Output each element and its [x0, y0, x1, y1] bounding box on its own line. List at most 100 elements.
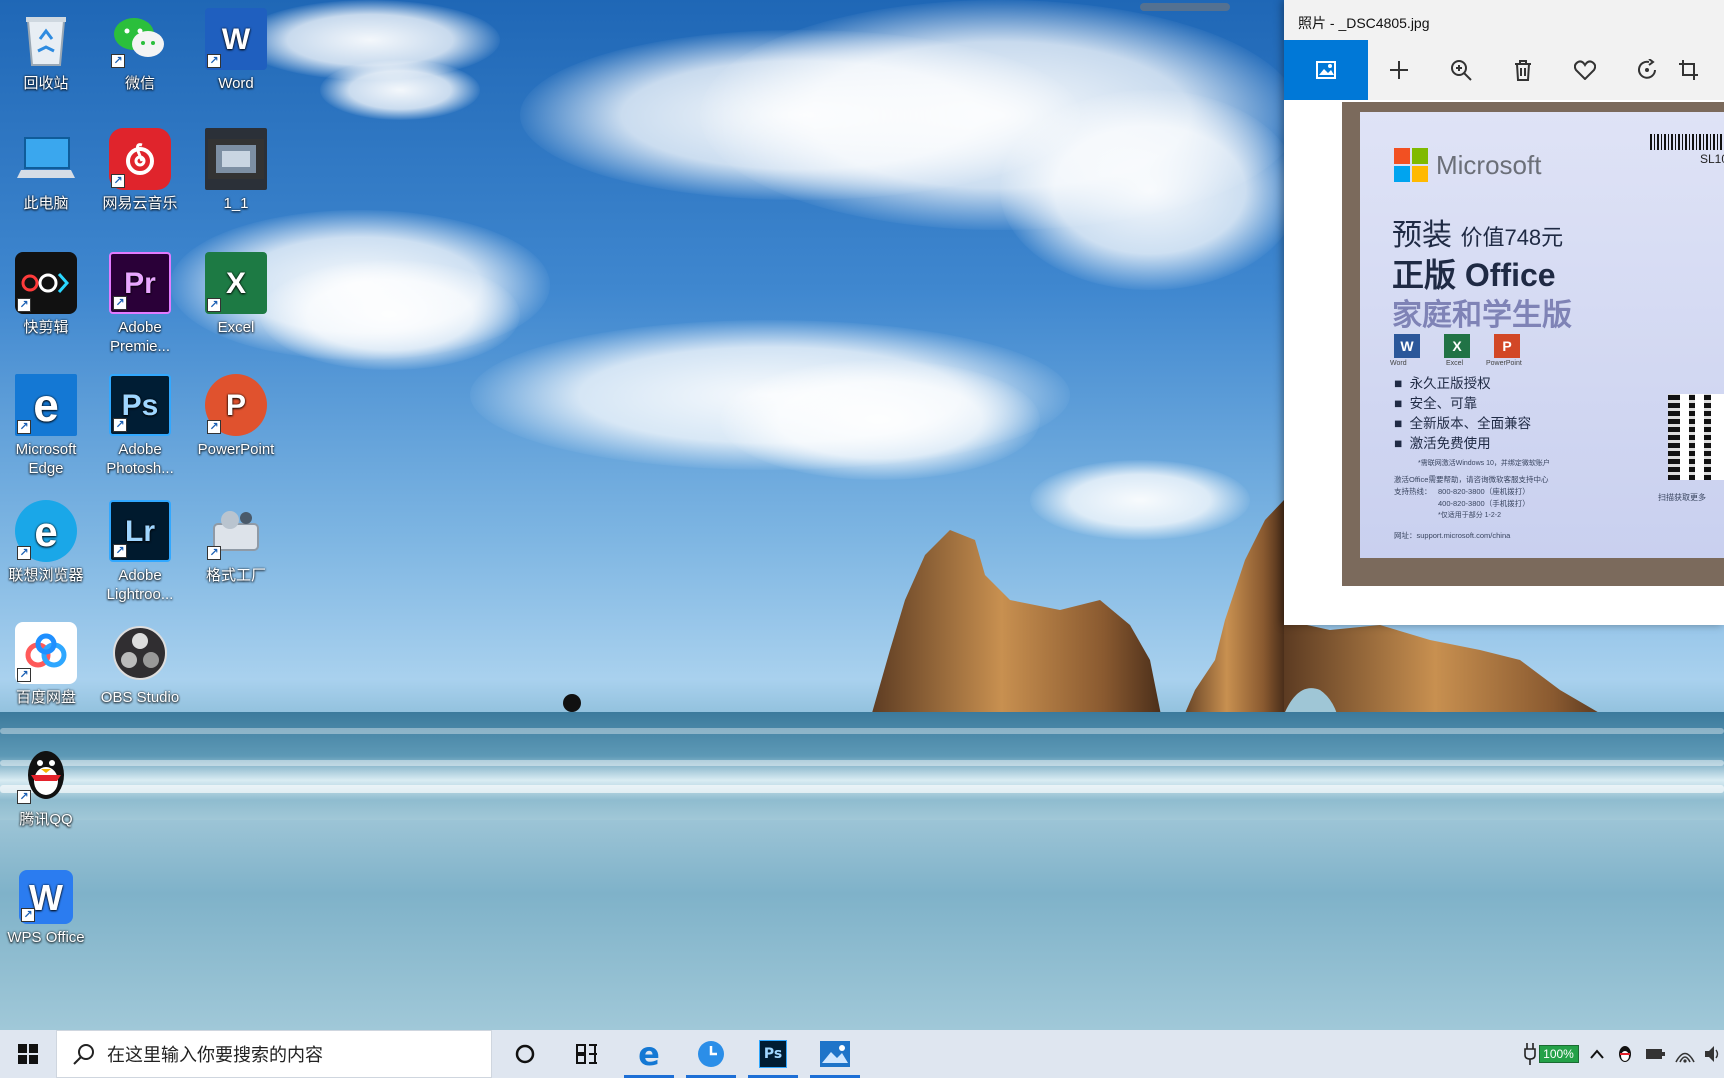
office-product-card: Microsoft SL10 预装 价值748元 正版 Office 家庭和学生…: [1360, 112, 1724, 558]
feature-list: ■ 永久正版授权 ■ 安全、可靠 ■ 全新版本、全面兼容 ■ 激活免费使用: [1394, 374, 1531, 454]
desktop-icon-netease-music[interactable]: ↗ 网易云音乐: [94, 128, 186, 213]
netease-music-icon: ↗: [109, 128, 171, 190]
qq-icon: [1619, 1046, 1631, 1062]
powerpoint-icon: P ↗: [205, 374, 267, 436]
card-app-powerpoint: PowerPoint: [1486, 360, 1522, 367]
desktop-icon-format-factory[interactable]: ↗ 格式工厂: [190, 500, 282, 585]
window-title: 照片 - _DSC4805.jpg: [1298, 15, 1430, 31]
format-factory-icon: ↗: [205, 500, 267, 562]
add-icon: [1390, 61, 1408, 79]
shortcut-arrow-icon: ↗: [207, 420, 221, 434]
desktop-icon-baidu-netdisk[interactable]: ↗ 百度网盘: [0, 622, 92, 707]
crop-button[interactable]: [1678, 40, 1708, 100]
desktop-icon-edge[interactable]: e ↗ Microsoft Edge: [0, 374, 92, 478]
shortcut-arrow-icon: ↗: [17, 668, 31, 682]
photos-toolbar: [1284, 40, 1724, 100]
photoshop-icon: Ps ↗: [109, 374, 171, 436]
desktop-icon-label: Excel: [217, 319, 255, 336]
shortcut-arrow-icon: ↗: [17, 298, 31, 312]
desktop-icon-label: 网易云音乐: [102, 195, 178, 212]
zoom-button[interactable]: [1430, 40, 1492, 100]
taskbar-clock-app-button[interactable]: [680, 1030, 742, 1078]
cortana-button[interactable]: [494, 1030, 556, 1078]
desktop-icon-photoshop[interactable]: Ps ↗ Adobe Photosh...: [94, 374, 186, 478]
taskbar-photos-button[interactable]: [804, 1030, 866, 1078]
desktop-icon-obs[interactable]: OBS Studio: [94, 622, 186, 707]
search-icon: [73, 1044, 94, 1065]
photo-viewer[interactable]: Microsoft SL10 预装 价值748元 正版 Office 家庭和学生…: [1284, 100, 1724, 625]
shortcut-arrow-icon: ↗: [111, 54, 125, 68]
add-button[interactable]: [1368, 40, 1430, 100]
desktop-icon-label: 回收站: [23, 75, 69, 92]
battery-indicator[interactable]: 100%: [1518, 1030, 1584, 1078]
desktop-icon-wechat[interactable]: ↗ 微信: [94, 8, 186, 93]
rotate-button[interactable]: [1616, 40, 1678, 100]
feature-item: ■ 全新版本、全面兼容: [1394, 416, 1532, 431]
taskbar: 在这里输入你要搜索的内容 e Ps 100%: [0, 1030, 1724, 1078]
wechat-icon: ↗: [109, 8, 171, 70]
desktop-icon-this-pc[interactable]: 此电脑: [0, 128, 92, 213]
desktop-icon-label: Adobe Premie...: [109, 319, 170, 355]
footnote: *需联网激活Windows 10，并绑定微软账户: [1418, 460, 1550, 467]
tray-qq-button[interactable]: [1610, 1030, 1640, 1078]
desktop-icon-label: 百度网盘: [15, 689, 76, 706]
taskbar-photoshop-button[interactable]: Ps: [742, 1030, 804, 1078]
drag-handle[interactable]: [1140, 3, 1230, 11]
excel-icon: X ↗: [205, 252, 267, 314]
desktop-icon-wps[interactable]: W ↗ WPS Office: [0, 870, 92, 947]
desktop-icon-label: PowerPoint: [197, 441, 275, 458]
shortcut-arrow-icon: ↗: [207, 54, 221, 68]
image-view-icon: [1316, 61, 1336, 79]
desktop-icon-label: WPS Office: [7, 929, 85, 946]
chevron-up-icon: [1590, 1049, 1604, 1059]
desktop-icon-label: 腾讯QQ: [19, 811, 73, 828]
shortcut-arrow-icon: ↗: [207, 298, 221, 312]
desktop-icon-premiere[interactable]: Pr ↗ Adobe Premie...: [94, 252, 186, 356]
phone-label: 支持热线：: [1394, 487, 1432, 496]
photo-image: Microsoft SL10 预装 价值748元 正版 Office 家庭和学生…: [1342, 102, 1724, 586]
task-view-button[interactable]: [556, 1030, 618, 1078]
wps-icon: W ↗: [19, 870, 73, 924]
photos-app-window[interactable]: 照片 - _DSC4805.jpg Microsoft SL1 预装 价值748…: [1284, 0, 1724, 625]
edge-icon: e ↗: [15, 374, 77, 436]
tray-device-button[interactable]: [1640, 1030, 1670, 1078]
favorite-button[interactable]: [1554, 40, 1616, 100]
tray-volume-button[interactable]: [1700, 1030, 1724, 1078]
taskbar-search-box[interactable]: 在这里输入你要搜索的内容: [56, 1030, 492, 1078]
desktop-icon-lightroom[interactable]: Lr ↗ Adobe Lightroo...: [94, 500, 186, 604]
support-text: 激活Office需要帮助，请咨询微软客服支持中心: [1394, 475, 1549, 484]
usb-device-icon: [1646, 1049, 1665, 1059]
task-view-icon: [576, 1044, 597, 1064]
shortcut-arrow-icon: ↗: [113, 296, 127, 310]
window-title-bar[interactable]: 照片 - _DSC4805.jpg: [1284, 0, 1724, 40]
desktop-icon-recycle-bin[interactable]: 回收站: [0, 8, 92, 93]
desktop-icon-lenovo-browser[interactable]: e ↗ 联想浏览器: [0, 500, 92, 585]
show-hidden-icons-button[interactable]: [1584, 1030, 1610, 1078]
delete-icon: [1515, 60, 1531, 81]
desktop-icon-video-file[interactable]: 1_1: [190, 128, 282, 213]
microsoft-logo-icon: [1394, 148, 1428, 182]
shortcut-arrow-icon: ↗: [17, 790, 31, 804]
desktop-icon-kuaijianji[interactable]: ↗ 快剪辑: [0, 252, 92, 337]
desktop-icon-qq[interactable]: ↗ 腾讯QQ: [0, 744, 92, 829]
card-excel-icon: X: [1444, 334, 1470, 358]
plug-icon: [1523, 1043, 1536, 1065]
baidu-netdisk-icon: ↗: [15, 622, 77, 684]
tray-network-button[interactable]: [1670, 1030, 1700, 1078]
cortana-icon: [515, 1044, 535, 1064]
taskbar-edge-button[interactable]: e: [618, 1030, 680, 1078]
phone-1: 800-820-3800（座机拨打）: [1438, 487, 1530, 496]
card-powerpoint-icon: P: [1494, 334, 1520, 358]
crop-icon: [1679, 60, 1698, 80]
delete-button[interactable]: [1492, 40, 1554, 100]
image-view-button[interactable]: [1284, 40, 1368, 100]
word-icon: W ↗: [205, 8, 267, 70]
start-button[interactable]: [0, 1030, 56, 1078]
desktop-icon-powerpoint[interactable]: P ↗ PowerPoint: [190, 374, 282, 459]
desktop-icon-label: Adobe Photosh...: [106, 441, 174, 477]
desktop-icon-label: 1_1: [223, 195, 249, 212]
preinstall-label: 预装: [1392, 219, 1452, 252]
battery-percent: 100%: [1543, 1047, 1574, 1061]
desktop-icon-word[interactable]: W ↗ Word: [190, 8, 282, 93]
desktop-icon-excel[interactable]: X ↗ Excel: [190, 252, 282, 337]
